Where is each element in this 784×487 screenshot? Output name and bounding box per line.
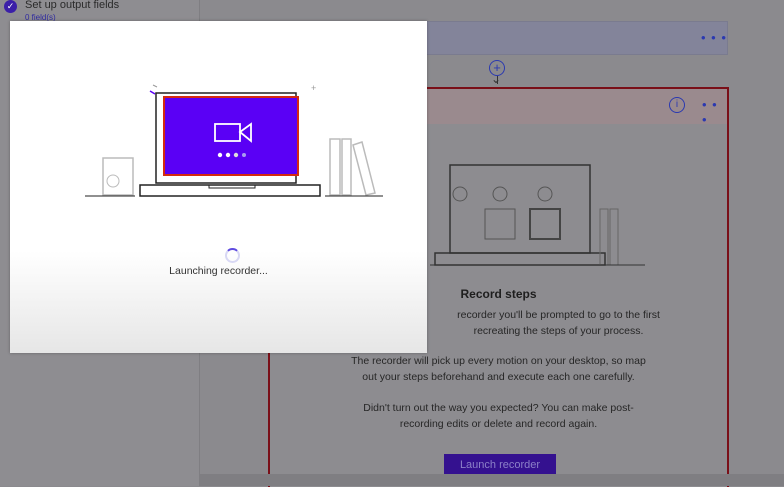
info-icon[interactable]: i bbox=[669, 97, 685, 113]
motion-line: The recorder will pick up every motion o… bbox=[351, 355, 646, 367]
intro-line: recreating the steps of your process. bbox=[473, 325, 644, 337]
flow-step-card[interactable]: • • • bbox=[420, 21, 728, 55]
laptop-illustration: + bbox=[85, 83, 383, 197]
bottom-bar bbox=[200, 474, 784, 486]
svg-text:+: + bbox=[311, 83, 316, 93]
loading-spinner bbox=[225, 248, 240, 263]
step-title[interactable]: Set up output fields bbox=[25, 0, 119, 11]
motion-text: The recorder will pick up every motion o… bbox=[270, 353, 727, 385]
launching-status: Launching recorder... bbox=[169, 265, 268, 277]
check-icon: ✓ bbox=[4, 0, 17, 13]
arrow-down-icon: ⌄ bbox=[491, 72, 502, 86]
launch-recorder-button[interactable]: Launch recorder bbox=[444, 454, 556, 476]
more-options-icon[interactable]: • • • bbox=[702, 97, 727, 127]
edit-line: Didn't turn out the way you expected? Yo… bbox=[363, 402, 634, 414]
recorder-illustration bbox=[430, 164, 645, 266]
more-options-icon[interactable]: • • • bbox=[701, 30, 727, 45]
launching-recorder-dialog: + Launching recorder... bbox=[10, 21, 427, 353]
edit-text: Didn't turn out the way you expected? Yo… bbox=[270, 400, 727, 432]
motion-line: out your steps beforehand and execute ea… bbox=[362, 371, 635, 383]
edit-line: recording edits or delete and record aga… bbox=[399, 418, 598, 430]
intro-line: recorder you'll be prompted to go to the… bbox=[457, 309, 660, 321]
